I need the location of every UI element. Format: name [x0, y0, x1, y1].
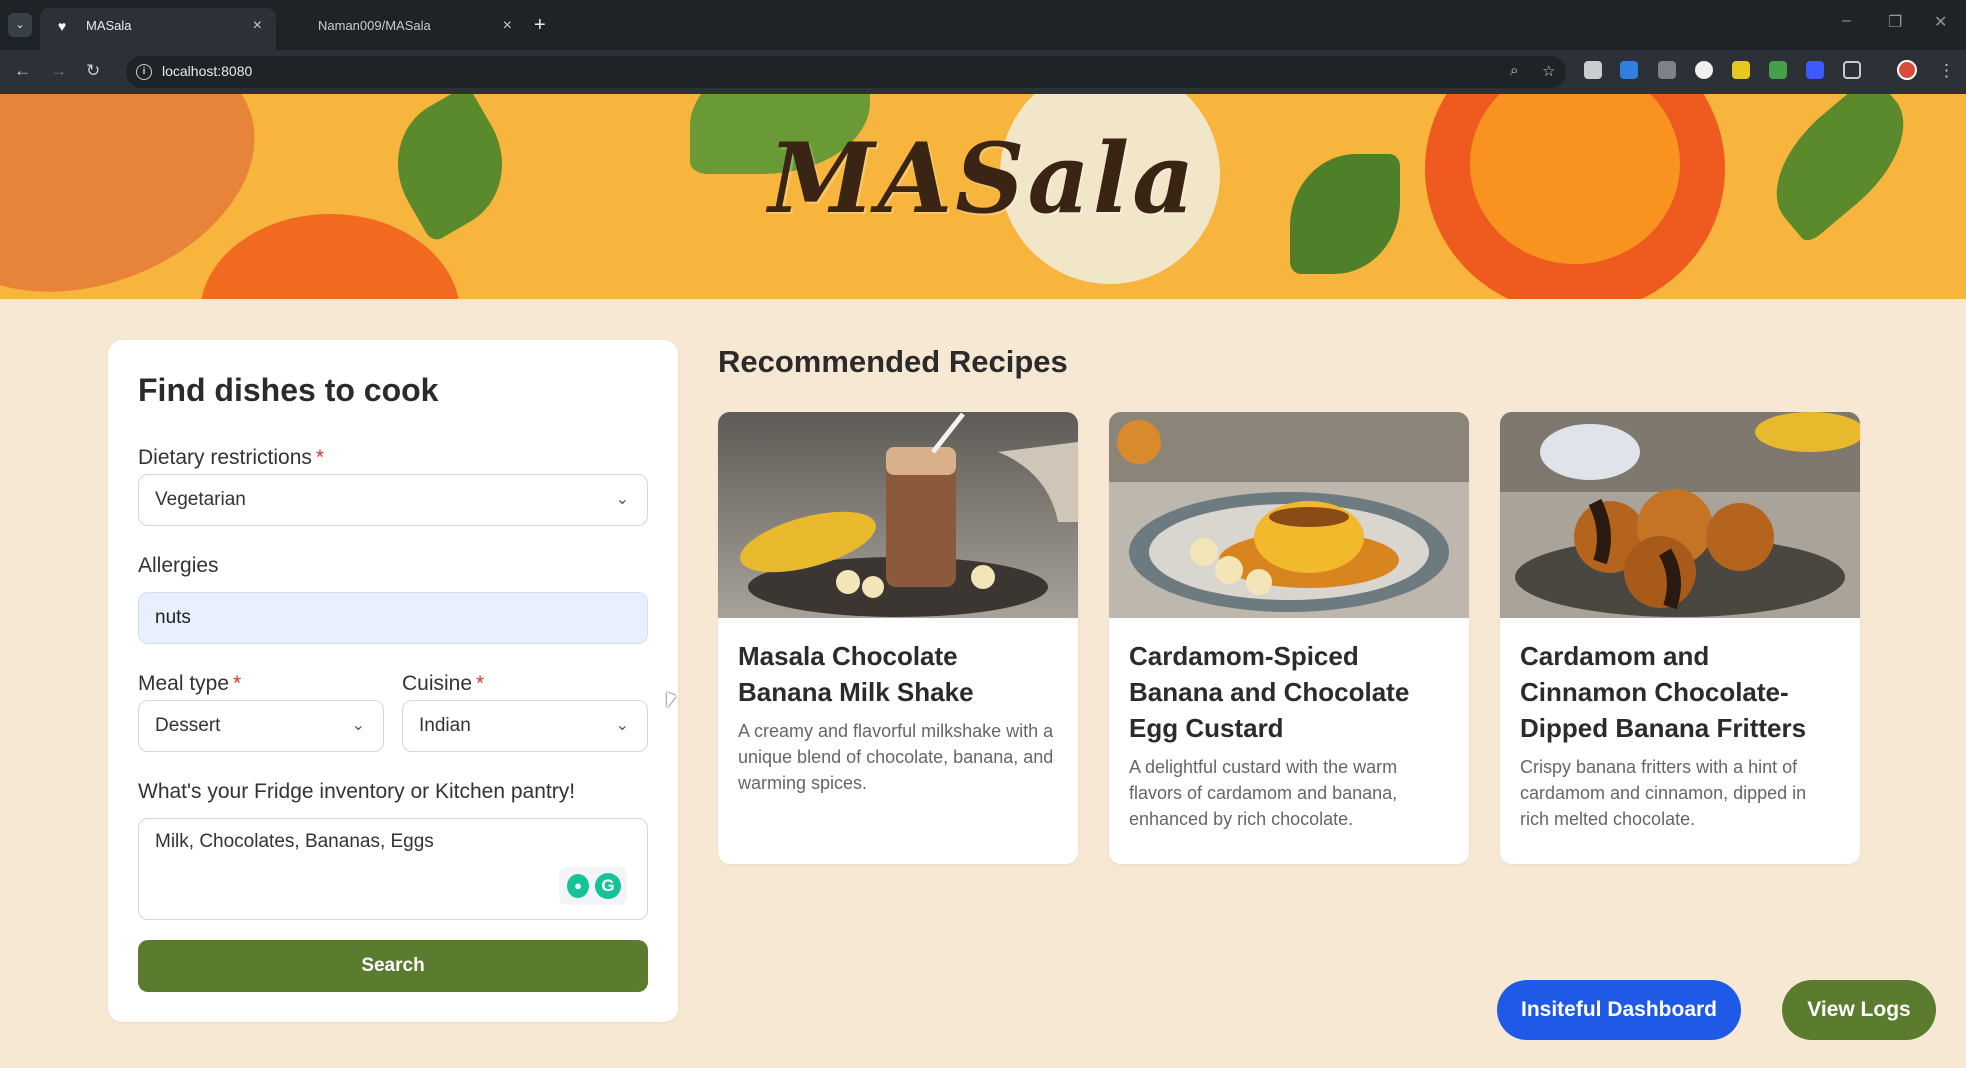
recipe-description: A delightful custard with the warm flavo… [1129, 757, 1398, 829]
site-info-icon[interactable]: i [136, 64, 152, 80]
restore-icon[interactable]: ❐ [1888, 12, 1902, 32]
chevron-down-icon: ⌄ [351, 717, 365, 734]
allergies-input[interactable]: nuts [138, 592, 648, 644]
extension-icon[interactable] [1695, 61, 1713, 79]
browser-tab-active[interactable]: ♥ MASala × [40, 8, 276, 50]
app-logo: MASala [768, 122, 1198, 235]
new-tab-button[interactable]: + [534, 12, 546, 38]
recipe-title: Cardamom-Spiced Banana and Chocolate Egg… [1129, 641, 1410, 743]
close-icon[interactable]: × [503, 8, 512, 44]
minimize-icon[interactable]: – [1842, 12, 1851, 30]
extension-icon[interactable] [1658, 61, 1676, 79]
grammarly-widget[interactable]: ● G [559, 867, 627, 905]
cuisine-select[interactable]: Indian ⌄ [402, 700, 648, 752]
grammarly-icon[interactable]: G [595, 873, 621, 899]
recipe-description: A creamy and flavorful milkshake with a … [738, 721, 1054, 793]
chevron-down-icon: ⌄ [615, 717, 629, 734]
dietary-label: Dietary restrictions * [138, 446, 325, 469]
tab-title: Naman009/MASala [318, 18, 431, 33]
url-text: localhost:8080 [162, 63, 253, 79]
insiteful-dashboard-button[interactable]: Insiteful Dashboard [1497, 980, 1741, 1040]
hero-banner: MASala [0, 94, 1966, 299]
pantry-textarea[interactable]: Milk, Chocolates, Bananas, Eggs ● G [138, 818, 648, 920]
bookmark-star-icon[interactable]: ☆ [1542, 62, 1555, 80]
recommended-title: Recommended Recipes [718, 344, 1068, 379]
recipe-title: Masala Chocolate Banana Milk Shake [738, 641, 974, 707]
chevron-down-icon: ⌄ [615, 491, 629, 508]
view-logs-button[interactable]: View Logs [1782, 980, 1936, 1040]
meal-type-select[interactable]: Dessert ⌄ [138, 700, 384, 752]
zoom-icon[interactable]: ⌕ [1510, 62, 1518, 79]
back-icon[interactable]: ← [14, 60, 31, 82]
dietary-select[interactable]: Vegetarian ⌄ [138, 474, 648, 526]
tab-title: MASala [86, 18, 132, 33]
recipe-card[interactable]: Cardamom-Spiced Banana and Chocolate Egg… [1109, 412, 1469, 864]
heart-icon: ♥ [57, 18, 67, 34]
extension-icon[interactable] [1584, 61, 1602, 79]
recipe-card[interactable]: Cardamom and Cinnamon Chocolate-Dipped B… [1500, 412, 1860, 864]
extension-icon[interactable] [1806, 61, 1824, 79]
menu-dots-icon[interactable]: ⋮ [1938, 60, 1955, 82]
meal-type-label: Meal type * [138, 672, 242, 695]
recipe-image-custard [1109, 412, 1469, 618]
tab-search-icon[interactable]: ⌄ [8, 13, 32, 37]
profile-avatar[interactable] [1897, 60, 1917, 80]
address-bar[interactable]: i localhost:8080 ⌕ ☆ [126, 56, 1566, 88]
recipe-title: Cardamom and Cinnamon Chocolate-Dipped B… [1520, 641, 1807, 743]
forward-icon[interactable]: → [50, 60, 67, 82]
form-title: Find dishes to cook [138, 372, 439, 408]
bulb-icon[interactable]: ● [567, 874, 589, 898]
mouse-cursor [667, 692, 676, 708]
extension-icon[interactable] [1769, 61, 1787, 79]
pantry-label: What's your Fridge inventory or Kitchen … [138, 780, 576, 803]
reload-icon[interactable]: ↻ [86, 60, 100, 82]
extension-icon[interactable] [1620, 61, 1638, 79]
close-icon[interactable]: × [253, 8, 262, 44]
search-form-card: Find dishes to cook Dietary restrictions… [108, 340, 678, 1022]
browser-tab-inactive[interactable]: Naman009/MASala × [290, 8, 526, 50]
extension-icon[interactable] [1732, 61, 1750, 79]
recipe-card[interactable]: Masala Chocolate Banana Milk Shake A cre… [718, 412, 1078, 864]
recipe-image-fritters [1500, 412, 1860, 618]
recipe-description: Crispy banana fritters with a hint of ca… [1520, 757, 1807, 829]
browser-tabstrip: ⌄ ♥ MASala × Naman009/MASala × + – ❐ ✕ [0, 0, 1966, 50]
puzzle-icon[interactable] [1843, 61, 1861, 79]
search-button[interactable]: Search [138, 940, 648, 992]
recipe-image-milkshake [718, 412, 1078, 618]
allergies-label: Allergies [138, 554, 219, 577]
window-close-icon[interactable]: ✕ [1934, 12, 1947, 32]
cuisine-label: Cuisine * [402, 672, 485, 695]
